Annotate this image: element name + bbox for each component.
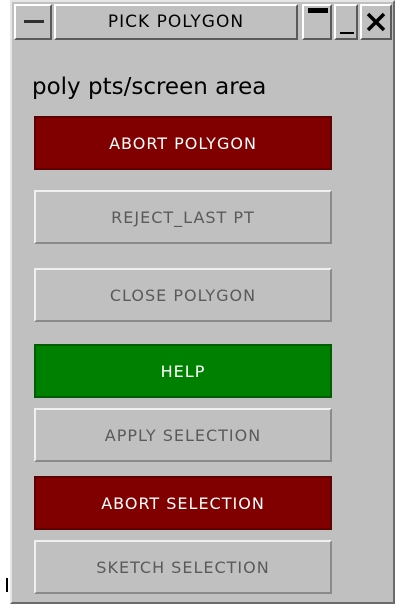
help-button[interactable]: HELP: [34, 344, 332, 398]
restore-icon: [340, 32, 354, 34]
restore-button[interactable]: [334, 4, 358, 40]
minimize-icon: [308, 8, 328, 13]
window-menu-icon: [24, 20, 44, 23]
window-menu-button[interactable]: [14, 4, 52, 40]
minimize-button[interactable]: [302, 4, 332, 40]
title-bar: PICK POLYGON: [12, 2, 393, 44]
reject-last-point-button[interactable]: REJECT_LAST PT: [34, 190, 332, 244]
close-polygon-button[interactable]: CLOSE POLYGON: [34, 268, 332, 322]
close-icon: [366, 12, 386, 32]
pick-polygon-window: PICK POLYGON poly pts/screen area ABORT …: [10, 0, 395, 604]
abort-polygon-button[interactable]: ABORT POLYGON: [34, 116, 332, 170]
close-button[interactable]: [360, 4, 392, 40]
window-title[interactable]: PICK POLYGON: [54, 4, 298, 40]
window-edge-marker: [6, 578, 8, 592]
mode-label: poly pts/screen area: [32, 74, 267, 100]
abort-selection-button[interactable]: ABORT SELECTION: [34, 476, 332, 530]
apply-selection-button[interactable]: APPLY SELECTION: [34, 408, 332, 462]
sketch-selection-button[interactable]: SKETCH SELECTION: [34, 540, 332, 594]
